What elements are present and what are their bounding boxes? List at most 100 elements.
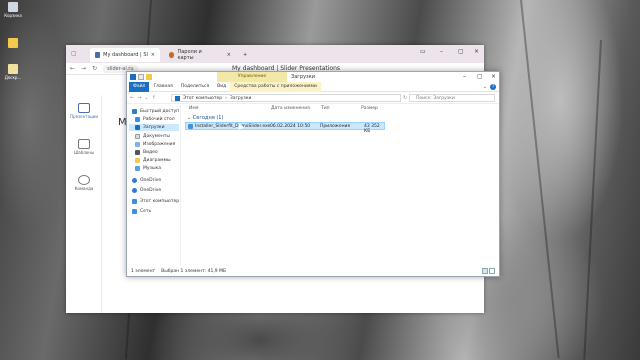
group-header[interactable]: ⌄ Сегодня (1) <box>187 115 223 121</box>
file-row[interactable]: Installer_Sliderfit_DemoSlider.exe 06.02… <box>185 122 385 134</box>
wallpaper-texture <box>520 0 560 359</box>
nav-item-label: Диаграммы <box>143 158 171 163</box>
reload-icon[interactable]: ↻ <box>92 65 97 72</box>
nav-item-documents[interactable]: Документы <box>135 133 170 140</box>
back-icon[interactable]: ← <box>130 95 134 101</box>
view-switcher <box>482 268 495 274</box>
file-size: 43 352 КБ <box>364 124 380 134</box>
refresh-icon[interactable]: ↻ <box>403 95 407 101</box>
nav-item-diagrams[interactable]: Диаграммы <box>135 157 171 164</box>
documents-icon <box>135 134 140 139</box>
column-size[interactable]: Размер <box>361 106 378 111</box>
nav-item-video[interactable]: Видео <box>135 149 158 156</box>
nav-item-network[interactable]: Сеть <box>132 208 151 215</box>
up-icon[interactable]: ↑ <box>152 95 156 101</box>
sidebar-item-templates[interactable]: Шаблоны <box>66 139 102 155</box>
tab-passwords[interactable]: Пароли и карты × <box>164 48 236 62</box>
bookmark-icon[interactable]: ▭ <box>420 48 426 55</box>
browser-tab-strip: ▢ My dashboard | Slider Presentations × … <box>66 45 484 63</box>
tab-label: My dashboard | Slider Presentations <box>103 52 148 58</box>
installer-icon <box>188 124 193 129</box>
sidebar-item-presentations[interactable]: Презентации <box>66 103 102 119</box>
desktop-icon-folder[interactable] <box>4 38 22 49</box>
status-bar: 1 элемент Выбран 1 элемент: 41,9 МБ <box>127 266 499 276</box>
minimize-icon[interactable]: – <box>463 73 466 80</box>
nav-item-onedrive-2[interactable]: OneDrive <box>132 187 161 194</box>
recent-locations-icon[interactable]: ⌄ <box>144 95 148 101</box>
slider-favicon <box>95 52 101 58</box>
nav-item-label: OneDrive <box>140 178 162 183</box>
team-icon <box>78 175 90 185</box>
properties-icon[interactable] <box>130 74 136 80</box>
nav-item-label: Видео <box>143 150 158 155</box>
close-window-icon[interactable]: × <box>474 48 479 55</box>
nav-item-label: OneDrive <box>140 188 162 193</box>
forward-icon[interactable]: → <box>81 65 86 72</box>
explorer-titlebar: Управление Загрузки – ▢ × <box>127 72 499 82</box>
new-tab-button[interactable]: + <box>238 48 252 62</box>
quick-access-toolbar <box>130 74 152 80</box>
sidebar-item-team[interactable]: Команда <box>66 175 102 191</box>
maximize-icon[interactable]: ▢ <box>458 48 464 55</box>
breadcrumb-item[interactable]: Этот компьютер <box>183 96 222 101</box>
close-window-icon[interactable]: × <box>491 73 496 80</box>
close-icon[interactable]: × <box>227 52 231 58</box>
sidebar-item-label: Презентации <box>70 114 98 119</box>
nav-item-onedrive[interactable]: OneDrive <box>132 177 161 184</box>
details-view-icon[interactable] <box>482 268 488 274</box>
search-input[interactable]: Поиск: Загрузки <box>409 94 495 102</box>
cloud-icon <box>132 178 137 183</box>
chevron-down-icon[interactable]: ⌄ <box>483 84 487 90</box>
nav-item-label: Этот компьютер <box>140 199 180 204</box>
column-type[interactable]: Тип <box>321 106 330 111</box>
column-headers: Имя Дата изменения Тип Размер <box>185 105 499 113</box>
tab-list-icon[interactable]: ▢ <box>71 50 77 57</box>
desktop-icon <box>135 117 140 122</box>
file-name: Installer_Sliderfit_DemoSlider.exe <box>195 124 271 129</box>
folder-icon <box>135 158 140 163</box>
tab-file[interactable]: Файл <box>129 81 150 92</box>
download-icon <box>175 95 180 101</box>
desktop-icon-label: Дескр... <box>4 75 22 80</box>
nav-item-label: Изображения <box>143 142 176 147</box>
manage-context-tab[interactable]: Управление <box>217 72 287 82</box>
breadcrumb-item[interactable]: Загрузки <box>230 96 252 101</box>
forward-icon[interactable]: → <box>137 95 141 101</box>
file-date: 06.02.2024 10:50 <box>270 124 311 129</box>
back-icon[interactable]: ← <box>70 65 75 72</box>
tab-app-tools[interactable]: Средства работы с приложениями <box>230 81 321 92</box>
folder-icon[interactable] <box>146 74 152 80</box>
nav-item-downloads[interactable]: Загрузки <box>129 124 179 131</box>
video-icon <box>135 150 140 155</box>
tab-home[interactable]: Главная <box>149 82 176 92</box>
tiles-view-icon[interactable] <box>489 268 495 274</box>
pictures-icon <box>135 142 140 147</box>
desktop-icon-recycle-bin[interactable]: Корзина <box>4 2 22 18</box>
nav-item-music[interactable]: Музыка <box>135 165 161 172</box>
new-folder-icon[interactable] <box>138 74 144 80</box>
selection-info: Выбран 1 элемент: 41,9 МБ <box>161 268 227 274</box>
nav-item-label: Документы <box>143 134 170 139</box>
help-icon[interactable]: ? <box>490 84 496 90</box>
tab-dashboard[interactable]: My dashboard | Slider Presentations × <box>90 48 160 62</box>
nav-item-pictures[interactable]: Изображения <box>135 141 175 148</box>
minimize-icon[interactable]: – <box>440 48 443 55</box>
tab-label: Пароли и карты <box>177 49 202 61</box>
computer-icon <box>132 199 137 204</box>
explorer-address-row: ← → ⌄ ↑ Этот компьютер › Загрузки ↻ Поис… <box>127 92 499 104</box>
tab-share[interactable]: Поделиться <box>177 82 213 92</box>
breadcrumb[interactable]: Этот компьютер › Загрузки <box>171 94 401 102</box>
nav-item-quick-access[interactable]: Быстрый доступ <box>132 108 179 115</box>
maximize-icon[interactable]: ▢ <box>477 73 483 80</box>
column-date[interactable]: Дата изменения <box>271 106 310 111</box>
nav-item-this-pc[interactable]: Этот компьютер <box>132 198 179 205</box>
column-name[interactable]: Имя <box>189 106 198 111</box>
close-icon[interactable]: × <box>151 52 155 58</box>
tab-view[interactable]: Вид <box>213 82 230 92</box>
app-sidebar: Презентации Шаблоны Команда <box>66 95 102 313</box>
desktop-icon-document[interactable]: Дескр... <box>4 64 22 80</box>
nav-item-label: Музыка <box>143 166 161 171</box>
nav-item-desktop[interactable]: Рабочий стол <box>135 116 175 123</box>
folder-icon <box>8 38 18 48</box>
breadcrumb-separator: › <box>225 95 227 101</box>
